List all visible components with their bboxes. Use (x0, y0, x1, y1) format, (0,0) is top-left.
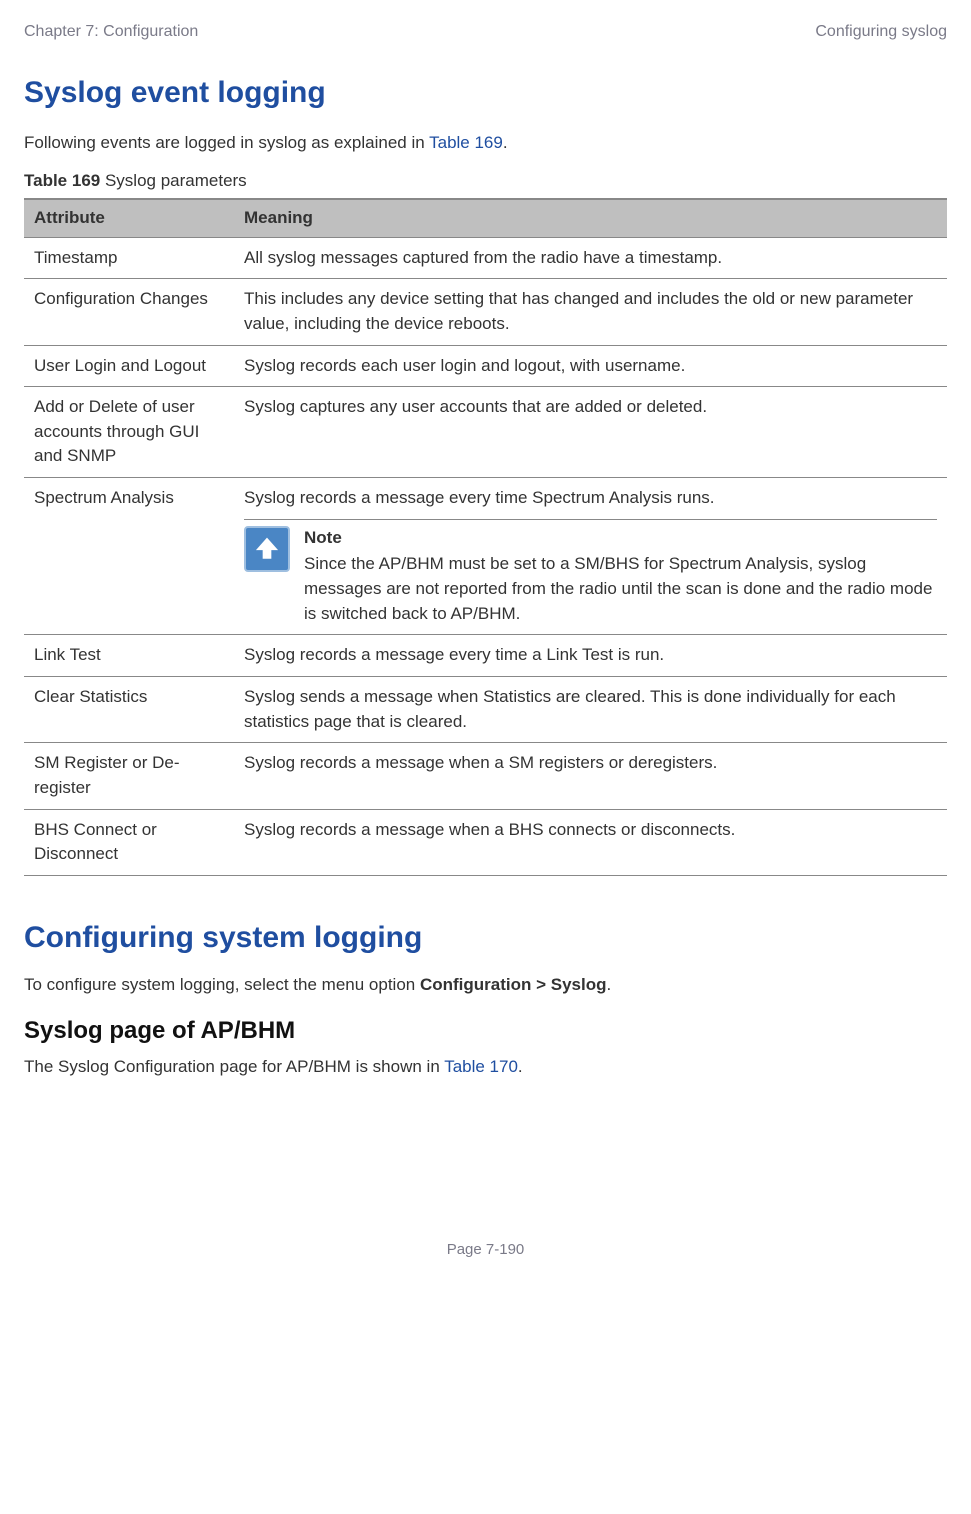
cell-attribute: SM Register or De-register (24, 743, 234, 809)
intro-text-pre: Following events are logged in syslog as… (24, 133, 429, 152)
cell-meaning: All syslog messages captured from the ra… (234, 237, 947, 279)
cell-meaning-text: Syslog records a message every time Spec… (244, 488, 715, 507)
table-170-link[interactable]: Table 170 (444, 1057, 518, 1076)
menu-path: Configuration > Syslog (420, 975, 607, 994)
syslog-parameters-table: Attribute Meaning Timestamp All syslog m… (24, 198, 947, 876)
cell-attribute: Link Test (24, 635, 234, 677)
page-footer: Page 7-190 (24, 1239, 947, 1261)
table-caption-text: Syslog parameters (100, 171, 246, 190)
header-left: Chapter 7: Configuration (24, 20, 198, 43)
cell-attribute: Add or Delete of user accounts through G… (24, 387, 234, 478)
table-caption-num: Table 169 (24, 171, 100, 190)
cell-attribute: User Login and Logout (24, 345, 234, 387)
cell-meaning: Syslog records a message when a BHS conn… (234, 809, 947, 875)
cell-meaning: Syslog records a message every time Spec… (234, 478, 947, 635)
cell-attribute: Clear Statistics (24, 676, 234, 742)
table-row: User Login and Logout Syslog records eac… (24, 345, 947, 387)
configure-text-pre: To configure system logging, select the … (24, 975, 420, 994)
cell-attribute: BHS Connect or Disconnect (24, 809, 234, 875)
col-header-attribute: Attribute (24, 199, 234, 237)
cell-meaning: Syslog sends a message when Statistics a… (234, 676, 947, 742)
col-header-meaning: Meaning (234, 199, 947, 237)
cell-meaning: Syslog captures any user accounts that a… (234, 387, 947, 478)
intro-paragraph: Following events are logged in syslog as… (24, 131, 947, 156)
table-row: Spectrum Analysis Syslog records a messa… (24, 478, 947, 635)
table-row: Clear Statistics Syslog sends a message … (24, 676, 947, 742)
intro-text-post: . (503, 133, 508, 152)
sub-text-pre: The Syslog Configuration page for AP/BHM… (24, 1057, 444, 1076)
cell-meaning: This includes any device setting that ha… (234, 279, 947, 345)
cell-attribute: Configuration Changes (24, 279, 234, 345)
header-right: Configuring syslog (815, 20, 947, 43)
section-title-configuring-system-logging: Configuring system logging (24, 916, 947, 960)
note-callout: Note Since the AP/BHM must be set to a S… (244, 519, 937, 627)
table-row: Configuration Changes This includes any … (24, 279, 947, 345)
cell-meaning: Syslog records each user login and logou… (234, 345, 947, 387)
page-header: Chapter 7: Configuration Configuring sys… (24, 20, 947, 43)
table-row: SM Register or De-register Syslog record… (24, 743, 947, 809)
note-text: Note Since the AP/BHM must be set to a S… (304, 526, 937, 627)
configure-text-post: . (607, 975, 612, 994)
cell-attribute: Timestamp (24, 237, 234, 279)
note-body: Since the AP/BHM must be set to a SM/BHS… (304, 554, 932, 622)
table-row: BHS Connect or Disconnect Syslog records… (24, 809, 947, 875)
table-caption: Table 169 Syslog parameters (24, 169, 947, 194)
subsection-title-syslog-page: Syslog page of AP/BHM (24, 1014, 947, 1049)
configure-paragraph: To configure system logging, select the … (24, 973, 947, 998)
table-row: Timestamp All syslog messages captured f… (24, 237, 947, 279)
section-title-syslog-event-logging: Syslog event logging (24, 71, 947, 115)
table-row: Add or Delete of user accounts through G… (24, 387, 947, 478)
cell-meaning: Syslog records a message every time a Li… (234, 635, 947, 677)
sub-text-post: . (518, 1057, 523, 1076)
table-row: Link Test Syslog records a message every… (24, 635, 947, 677)
table-169-link[interactable]: Table 169 (429, 133, 503, 152)
cell-meaning: Syslog records a message when a SM regis… (234, 743, 947, 809)
cell-attribute: Spectrum Analysis (24, 478, 234, 635)
note-icon (244, 526, 290, 572)
table-header-row: Attribute Meaning (24, 199, 947, 237)
subsection-paragraph: The Syslog Configuration page for AP/BHM… (24, 1055, 947, 1080)
note-title: Note (304, 526, 937, 551)
